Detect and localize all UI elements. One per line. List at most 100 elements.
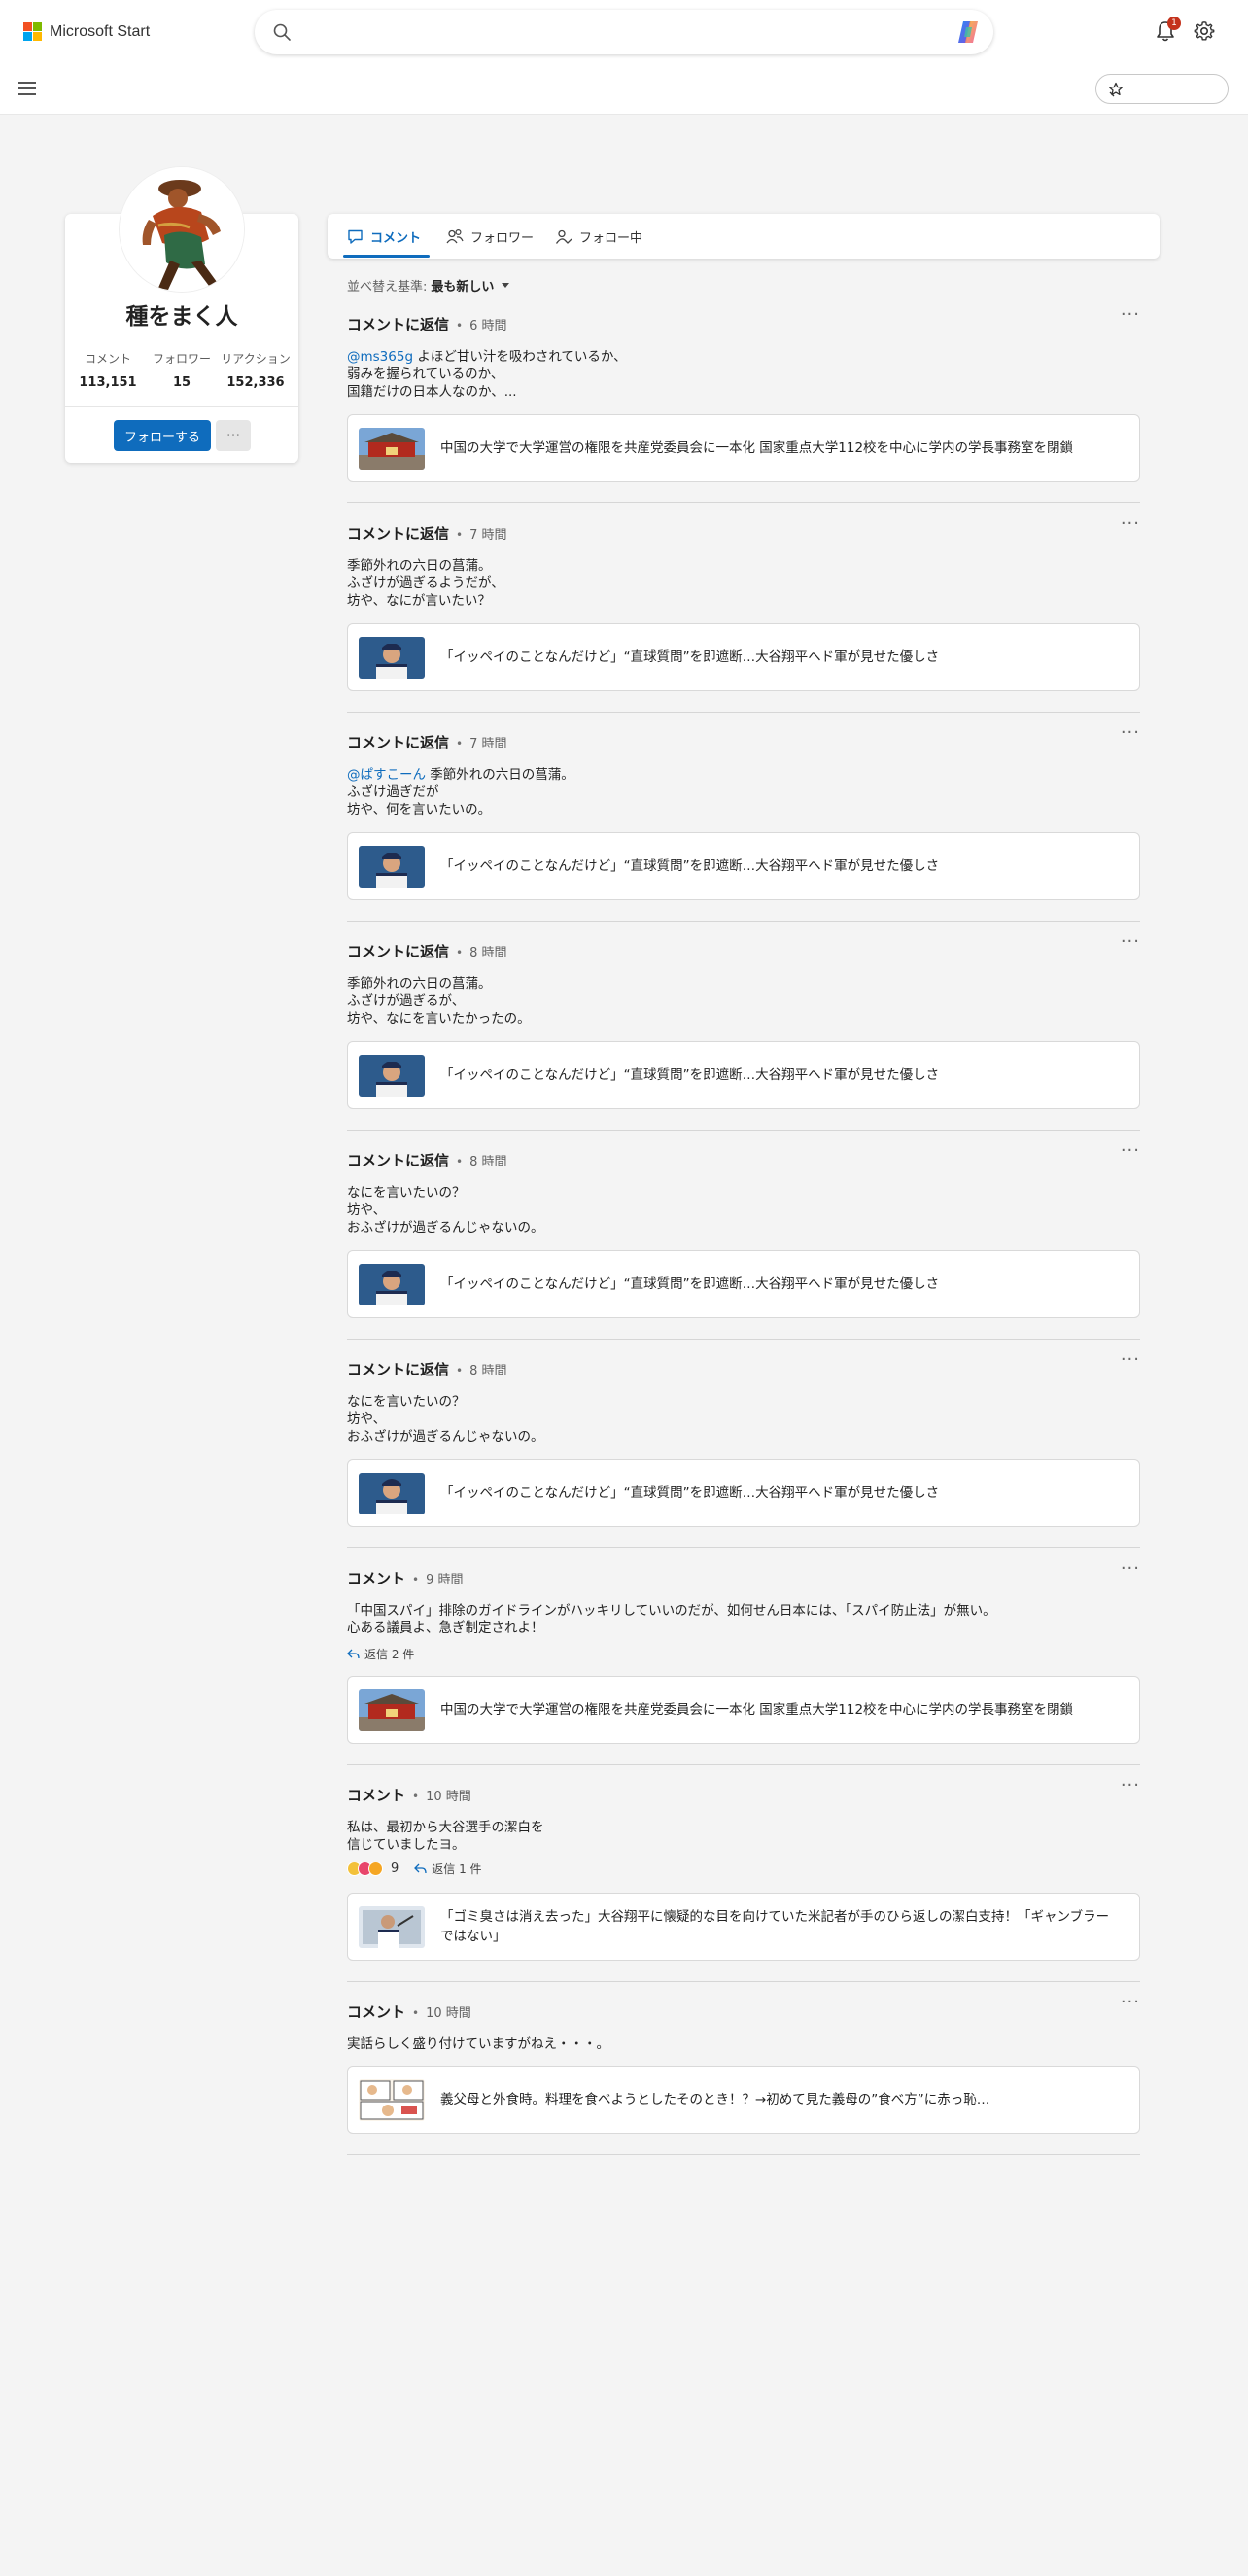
feed-item: コメントに返信 • 7 時間 ··· 季節外れの六日の菖蒲。 ふざけが過ぎるよう… (347, 513, 1140, 713)
item-actions: 返信 2 件 (347, 1646, 414, 1662)
item-actions: 9 返信 1 件 (347, 1861, 482, 1877)
stat-reactions: リアクション 152,336 (219, 350, 293, 390)
separator-dot: • (412, 1790, 420, 1803)
item-header: コメント • 9 時間 (347, 1568, 464, 1588)
article-title: 中国の大学で大学運営の権限を共産党委員会に一本化 国家重点大学112校を中心に学… (440, 1702, 1074, 1718)
avatar (120, 167, 244, 292)
article-card[interactable]: 義父母と外食時。料理を食べようとしたそのとき！？→初めて見た義母の”食べ方”に赤… (347, 2066, 1140, 2134)
reaction-count: 9 (391, 1862, 399, 1876)
tab-followers[interactable]: フォロワー (446, 214, 534, 259)
item-header: コメント • 10 時間 (347, 2002, 471, 2022)
more-options-icon[interactable]: ··· (1121, 722, 1140, 743)
feed-item: コメントに返信 • 8 時間 ··· 季節外れの六日の菖蒲。 ふざけが過ぎるが、… (347, 931, 1140, 1131)
copilot-icon[interactable] (954, 17, 984, 47)
microsoft-start-logo[interactable]: Microsoft Start (23, 22, 150, 41)
article-thumbnail (359, 428, 425, 470)
comment-body: 季節外れの六日の菖蒲。 ふざけが過ぎるが、 坊や、なにを言いたかったの。 (347, 976, 531, 1027)
item-header: コメントに返信 • 8 時間 (347, 941, 507, 961)
divider (65, 406, 298, 407)
article-title: 義父母と外食時。料理を食べようとしたそのとき！？→初めて見た義母の”食べ方”に赤… (440, 2092, 990, 2107)
item-time: 10 時間 (426, 1790, 471, 1804)
item-time: 8 時間 (469, 1155, 507, 1169)
tab-label: コメント (370, 230, 422, 246)
article-card[interactable]: 「イッペイのことなんだけど」“直球質問”を即遮断…大谷翔平ヘド軍が見せた優しさ (347, 832, 1140, 900)
separator-dot: • (456, 946, 464, 959)
article-thumbnail (359, 1473, 425, 1514)
comment-body: 実話らしく盛り付けていますがねえ・・・。 (347, 2036, 609, 2052)
article-title: 中国の大学で大学運営の権限を共産党委員会に一本化 国家重点大学112校を中心に学… (440, 440, 1074, 456)
favorites-button[interactable] (1095, 74, 1229, 104)
more-options-icon[interactable]: ··· (1121, 304, 1140, 325)
sort-dropdown[interactable]: 並べ替え基準: 最も新しい (347, 276, 510, 295)
stat-value: 15 (172, 375, 191, 390)
item-time: 8 時間 (469, 946, 507, 960)
comment-text: 実話らしく盛り付けていますがねえ・・・。 (347, 2036, 609, 2053)
separator-dot: • (456, 1155, 464, 1168)
separator-dot: • (456, 1364, 464, 1377)
replies-link[interactable]: 返信 1 件 (414, 1861, 482, 1877)
article-card[interactable]: 「イッペイのことなんだけど」“直球質問”を即遮断…大谷翔平ヘド軍が見せた優しさ (347, 623, 1140, 691)
article-card[interactable]: 「イッペイのことなんだけど」“直球質問”を即遮断…大谷翔平ヘド軍が見せた優しさ (347, 1459, 1140, 1527)
followers-icon (446, 228, 464, 243)
separator-dot: • (456, 528, 464, 541)
more-options-icon[interactable]: ··· (1121, 1140, 1140, 1161)
mention-link[interactable]: @ms365g (347, 349, 413, 365)
separator-dot: • (412, 2006, 420, 2020)
article-title: 「イッペイのことなんだけど」“直球質問”を即遮断…大谷翔平ヘド軍が見せた優しさ (440, 858, 940, 874)
comment-body: なにを言いたいの？ 坊や、 おふざけが過ぎるんじゃないの。 (347, 1394, 544, 1445)
comment-text: なにを言いたいの？ 坊や、 おふざけが過ぎるんじゃないの。 (347, 1184, 544, 1236)
more-options-button[interactable]: ··· (216, 420, 251, 451)
article-thumbnail (359, 846, 425, 888)
search-icon[interactable] (272, 22, 292, 42)
star-icon (1109, 82, 1123, 97)
feed-item: コメント • 9 時間 ··· 「中国スパイ」排除のガイドラインがハッキリしてい… (347, 1558, 1140, 1765)
item-header: コメントに返信 • 7 時間 (347, 732, 507, 752)
article-card[interactable]: 中国の大学で大学運営の権限を共産党委員会に一本化 国家重点大学112校を中心に学… (347, 414, 1140, 482)
more-options-icon[interactable]: ··· (1121, 1349, 1140, 1370)
replies-link[interactable]: 返信 2 件 (347, 1646, 414, 1662)
item-type: コメントに返信 (347, 943, 450, 960)
comment-body: 「中国スパイ」排除のガイドラインがハッキリしていいのだが、如何せん日本には、「ス… (347, 1603, 996, 1636)
separator-dot: • (456, 319, 464, 332)
item-type: コメント (347, 1570, 406, 1587)
feed-item: コメントに返信 • 7 時間 ··· @ぱすこーん 季節外れの六日の菖蒲。 ふざ… (347, 722, 1140, 922)
hamburger-icon[interactable] (18, 82, 36, 95)
profile-tabs: コメント フォロワー フォロー中 (328, 214, 1160, 259)
item-type: コメントに返信 (347, 734, 450, 751)
more-options-icon[interactable]: ··· (1121, 931, 1140, 952)
article-title: 「イッペイのことなんだけど」“直球質問”を即遮断…大谷翔平ヘド軍が見せた優しさ (440, 1067, 940, 1083)
more-options-icon[interactable]: ··· (1121, 513, 1140, 534)
article-card[interactable]: 「イッペイのことなんだけど」“直球質問”を即遮断…大谷翔平ヘド軍が見せた優しさ (347, 1250, 1140, 1318)
comment-text: @ms365g よほど甘い汁を吸わされているか、 弱みを握られているのか、 国籍… (347, 348, 627, 400)
sort-value: 最も新しい (431, 280, 495, 295)
comment-text: 季節外れの六日の菖蒲。 ふざけが過ぎるが、 坊や、なにを言いたかったの。 (347, 975, 531, 1027)
article-title: 「イッペイのことなんだけど」“直球質問”を即遮断…大谷翔平ヘド軍が見せた優しさ (440, 1485, 940, 1501)
more-options-icon[interactable]: ··· (1121, 1558, 1140, 1579)
tab-following[interactable]: フォロー中 (555, 214, 642, 259)
article-card[interactable]: 「イッペイのことなんだけど」“直球質問”を即遮断…大谷翔平ヘド軍が見せた優しさ (347, 1041, 1140, 1109)
reactions-summary[interactable]: 9 (347, 1862, 399, 1876)
search-input[interactable] (255, 10, 993, 54)
article-thumbnail (359, 2079, 425, 2121)
comment-body: なにを言いたいの？ 坊や、 おふざけが過ぎるんじゃないの。 (347, 1185, 544, 1236)
item-header: コメントに返信 • 7 時間 (347, 523, 507, 543)
comment-text: なにを言いたいの？ 坊や、 おふざけが過ぎるんじゃないの。 (347, 1393, 544, 1445)
tab-comments[interactable]: コメント (347, 214, 421, 259)
article-card[interactable]: 中国の大学で大学運営の権限を共産党委員会に一本化 国家重点大学112校を中心に学… (347, 1676, 1140, 1744)
article-thumbnail (359, 1055, 425, 1097)
mention-link[interactable]: @ぱすこーん (347, 767, 426, 783)
laugh-icon (368, 1862, 383, 1876)
more-options-icon[interactable]: ··· (1121, 1992, 1140, 2012)
reply-icon (347, 1649, 360, 1659)
microsoft-logo-icon (23, 22, 42, 41)
comment-icon (348, 229, 363, 244)
article-title: 「ゴミ臭さは消え去った」大谷翔平に懐疑的な目を向けていた米記者が手のひら返しの潔… (440, 1909, 1110, 1944)
follow-button[interactable]: フォローする (114, 420, 211, 451)
item-time: 9 時間 (426, 1573, 464, 1587)
comment-text: 「中国スパイ」排除のガイドラインがハッキリしていいのだが、如何せん日本には、「ス… (347, 1602, 996, 1637)
gear-icon[interactable] (1194, 20, 1215, 42)
more-options-icon[interactable]: ··· (1121, 1775, 1140, 1795)
stat-value: 113,151 (79, 375, 137, 390)
article-card[interactable]: 「ゴミ臭さは消え去った」大谷翔平に懐疑的な目を向けていた米記者が手のひら返しの潔… (347, 1893, 1140, 1961)
article-thumbnail (359, 1264, 425, 1305)
